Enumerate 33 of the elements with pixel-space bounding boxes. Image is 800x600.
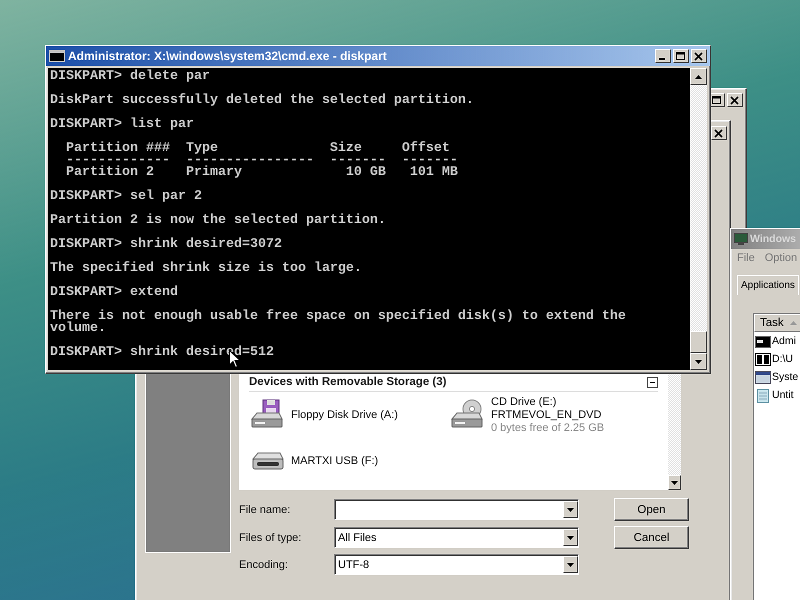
drive-name[interactable]: MARTXI USB (F:) [291, 454, 378, 468]
field-label: File name: [239, 504, 292, 516]
task-name[interactable]: Untit [772, 389, 794, 401]
console-line: DISKPART> list par [50, 119, 195, 131]
console-line: Partition ### Type Size Offset [64, 143, 451, 155]
task-name[interactable]: D:\U [772, 353, 793, 365]
task-name[interactable]: Admi [772, 335, 796, 347]
console-line: DiskPart successfully deleted the selected partition. [50, 95, 475, 107]
volume-label: FRTMEVOL_EN_DVD [491, 408, 602, 422]
combo-box[interactable]: UTF-8 [334, 554, 579, 575]
console-line: The specified shrink size is too large. [50, 263, 363, 275]
console-line: volume. [50, 323, 107, 335]
field-label: Encoding: [239, 558, 289, 570]
group-header: Devices with Removable Storage (3) [249, 376, 446, 388]
free-space: 0 bytes free of 2.25 GB [491, 422, 604, 434]
console-line: DISKPART> delete par [50, 71, 211, 83]
console-line: Partition 2 is now the selected partition. [50, 215, 387, 227]
dialog-button[interactable]: Cancel [614, 526, 689, 549]
console-line: DISKPART> extend [50, 287, 179, 299]
console-line: DISKPART> shrink desired=3072 [50, 239, 283, 251]
window-title: Windows [750, 233, 796, 245]
tab[interactable]: Applications [737, 275, 799, 295]
console-line: Partition 2 Primary 10 GB 101 MB [64, 167, 459, 179]
column-header[interactable]: Task [754, 314, 800, 332]
field-label: Files of type: [239, 532, 302, 544]
console-line: DISKPART> sel par 2 [50, 191, 203, 203]
console-line: DISKPART> shrink desired=512 [50, 347, 275, 359]
drive-name[interactable]: CD Drive (E:) [491, 396, 604, 408]
window-title: Administrator: X:\windows\system32\cmd.exe - diskpart [68, 49, 388, 63]
combo-box[interactable]: All Files [334, 527, 579, 548]
drive-name[interactable]: Floppy Disk Drive (A:) [291, 408, 398, 422]
task-name[interactable]: Syste [772, 371, 798, 383]
dialog-button[interactable]: Open [614, 498, 689, 521]
